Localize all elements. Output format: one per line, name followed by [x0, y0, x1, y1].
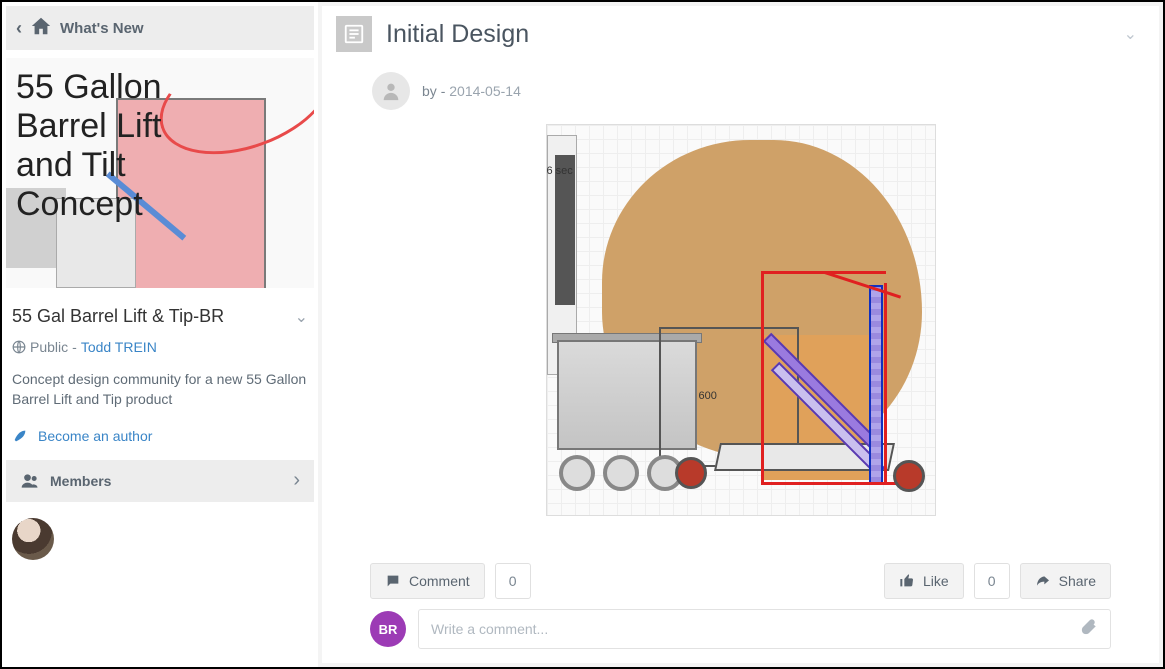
whats-new-label: What's New [60, 20, 144, 37]
post-menu-chevron-icon[interactable]: ⌄ [1124, 24, 1145, 44]
cover-title: 55 Gallon Barrel Lift and Tilt Concept [16, 68, 306, 224]
page-root: ‹ What's New 55 Gallon Barrel Lift and T… [0, 0, 1165, 669]
visibility-label: Public [30, 339, 68, 355]
members-label: Members [50, 473, 111, 489]
comment-input[interactable]: Write a comment... [418, 609, 1111, 649]
author-avatar[interactable] [372, 72, 410, 110]
community-meta: Public - Todd TREIN [6, 335, 314, 359]
comment-button[interactable]: Comment [370, 563, 485, 599]
current-user-avatar[interactable]: BR [370, 611, 406, 647]
community-description: Concept design community for a new 55 Ga… [6, 359, 314, 422]
post-actions: Comment 0 Like 0 Share [322, 549, 1159, 609]
post-body: 6 sec [322, 124, 1159, 549]
post-header: Initial Design ⌄ [322, 6, 1159, 62]
post-byline: by - 2014-05-14 [322, 62, 1159, 124]
home-icon[interactable] [30, 15, 52, 42]
sidebar: ‹ What's New 55 Gallon Barrel Lift and T… [2, 2, 318, 667]
chevron-down-icon[interactable]: ⌄ [295, 307, 308, 327]
comment-composer: BR Write a comment... [322, 609, 1159, 663]
share-icon [1035, 573, 1051, 589]
main-content: Initial Design ⌄ by - 2014-05-14 [318, 2, 1163, 667]
wheel-icon [603, 455, 639, 491]
share-button[interactable]: Share [1020, 563, 1111, 599]
whats-new-bar[interactable]: ‹ What's New [6, 6, 314, 50]
member-avatar[interactable] [12, 518, 54, 560]
comment-placeholder: Write a comment... [431, 621, 548, 637]
feather-icon [12, 428, 28, 444]
post-title: Initial Design [386, 20, 1110, 49]
back-chevron-icon[interactable]: ‹ [16, 18, 22, 39]
design-image[interactable]: 6 sec [546, 124, 936, 516]
attach-icon[interactable] [1080, 618, 1098, 641]
community-cover-image: 55 Gallon Barrel Lift and Tilt Concept [6, 58, 314, 288]
owner-link[interactable]: Todd TREIN [81, 339, 157, 355]
like-button[interactable]: Like [884, 563, 964, 599]
comment-icon [385, 573, 401, 589]
chevron-right-icon[interactable]: › [293, 469, 300, 492]
member-avatars [6, 512, 314, 566]
like-count: 0 [974, 563, 1010, 599]
post-card: Initial Design ⌄ by - 2014-05-14 [322, 6, 1159, 663]
members-icon [20, 471, 40, 491]
become-author-link[interactable]: Become an author [38, 428, 152, 444]
comment-count: 0 [495, 563, 531, 599]
community-title: 55 Gal Barrel Lift & Tip-BR [12, 306, 224, 327]
caster-icon [893, 460, 925, 492]
become-author-row[interactable]: Become an author [6, 422, 314, 460]
post-type-icon [336, 16, 372, 52]
thumbs-up-icon [899, 573, 915, 589]
community-title-row[interactable]: 55 Gal Barrel Lift & Tip-BR ⌄ [6, 288, 314, 335]
post-date: 2014-05-14 [449, 83, 521, 99]
globe-icon [12, 340, 26, 354]
wheel-icon [559, 455, 595, 491]
by-label: by [422, 83, 441, 99]
caster-icon [675, 457, 707, 489]
members-bar[interactable]: Members › [6, 460, 314, 502]
